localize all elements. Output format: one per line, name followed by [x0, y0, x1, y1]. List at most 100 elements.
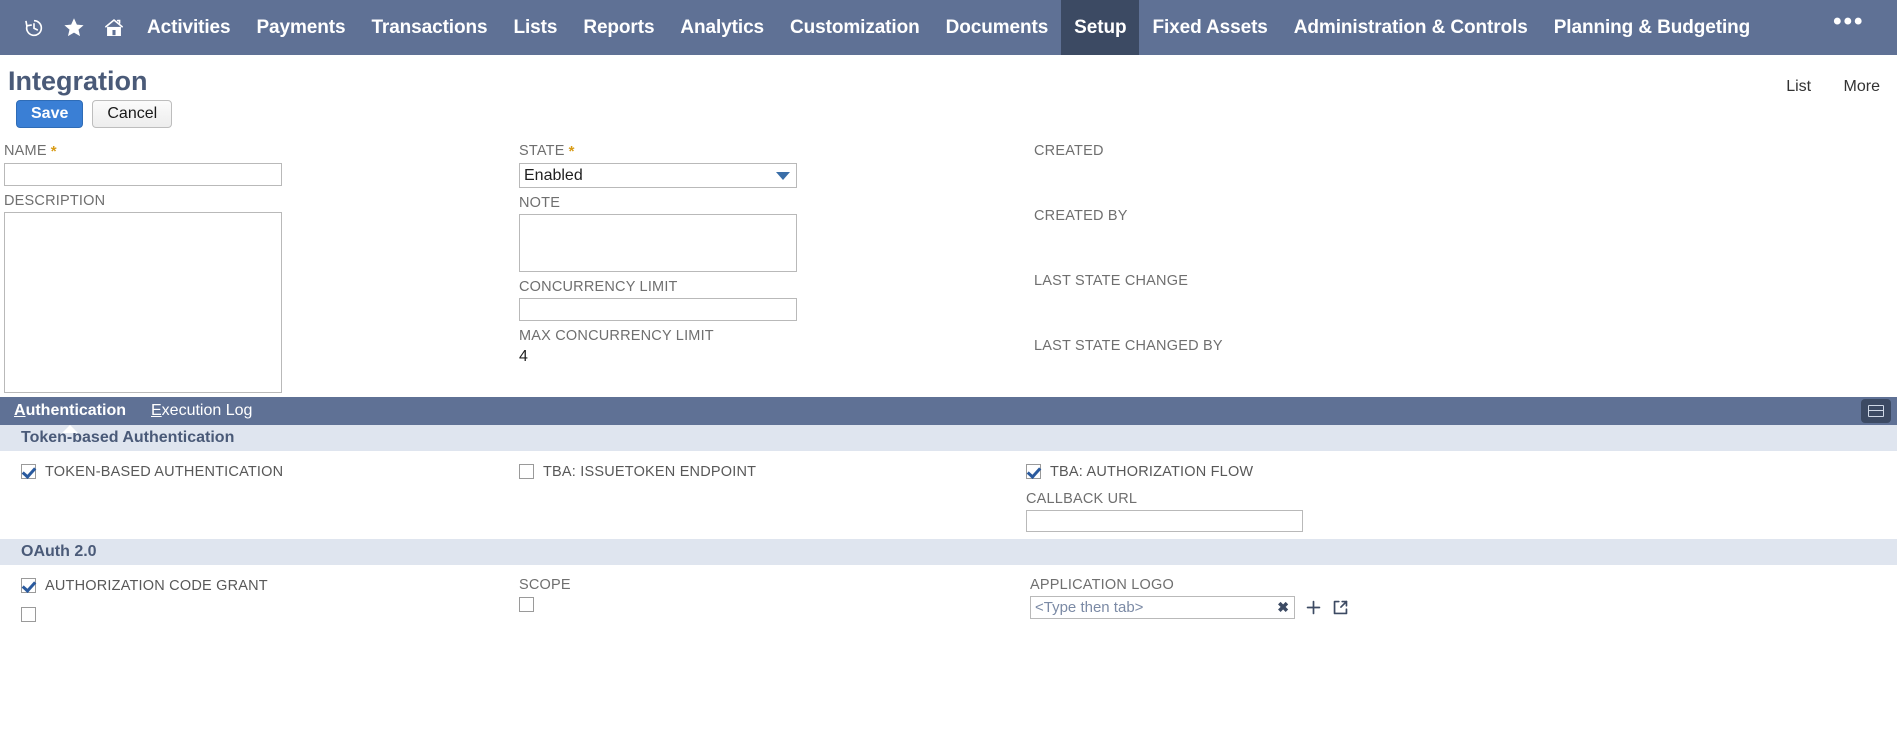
tba-authorization-flow-checkbox[interactable]	[1026, 464, 1041, 479]
oauth2-column-3: APPLICATION LOGO <Type then tab> ✖	[1030, 577, 1590, 619]
authorization-code-grant-label: AUTHORIZATION CODE GRANT	[45, 578, 268, 594]
home-icon[interactable]	[94, 0, 134, 55]
nav-item-fixed-assets[interactable]: Fixed Assets	[1139, 0, 1280, 55]
oauth2-column-1: AUTHORIZATION CODE GRANT	[21, 577, 511, 626]
section-body-oauth2: AUTHORIZATION CODE GRANT SCOPE APPLICATI…	[0, 565, 1897, 625]
max-concurrency-limit-value: 4	[519, 348, 528, 365]
authorization-code-grant-checkbox[interactable]	[21, 578, 36, 593]
field-concurrency-limit: CONCURRENCY LIMIT	[519, 279, 1019, 321]
application-logo-picker: <Type then tab> ✖	[1030, 596, 1590, 619]
row-tba-issuetoken-endpoint: TBA: ISSUETOKEN ENDPOINT	[519, 463, 1019, 483]
tba-authorization-flow-label: TBA: AUTHORIZATION FLOW	[1050, 464, 1254, 480]
state-label: STATE *	[519, 143, 1019, 160]
state-select-wrapper[interactable]: Enabled	[519, 163, 797, 188]
oauth2-column-2: SCOPE	[519, 577, 1019, 616]
row-token-based-authentication: TOKEN-BASED AUTHENTICATION	[21, 463, 511, 483]
global-navbar: Activities Payments Transactions Lists R…	[0, 0, 1897, 55]
star-icon[interactable]	[54, 0, 94, 55]
field-note: NOTE	[519, 195, 1019, 272]
callback-url-input[interactable]	[1026, 510, 1303, 532]
scope-option-checkbox[interactable]	[519, 597, 534, 612]
name-label-text: NAME	[4, 143, 47, 159]
open-popup-icon[interactable]	[1332, 599, 1349, 616]
scope-label: SCOPE	[519, 577, 571, 593]
token-based-authentication-label: TOKEN-BASED AUTHENTICATION	[45, 464, 284, 480]
page-header: Integration List More Save Cancel	[0, 55, 1897, 129]
history-icon[interactable]	[14, 0, 54, 55]
nav-item-administration-controls[interactable]: Administration & Controls	[1281, 0, 1541, 55]
note-textarea[interactable]	[519, 214, 797, 272]
token-auth-column-3: TBA: AUTHORIZATION FLOW CALLBACK URL	[1026, 463, 1586, 532]
nav-item-setup[interactable]: Setup	[1061, 0, 1140, 55]
header-links: List More	[1758, 78, 1880, 96]
more-link[interactable]: More	[1844, 78, 1880, 95]
concurrency-limit-input[interactable]	[519, 298, 797, 321]
nav-item-customization[interactable]: Customization	[777, 0, 933, 55]
tab-execution-log-accel: E	[151, 402, 162, 419]
created-by-value	[1034, 227, 1594, 246]
tba-issuetoken-endpoint-checkbox[interactable]	[519, 464, 534, 479]
required-indicator: *	[568, 143, 575, 160]
name-input[interactable]	[4, 163, 282, 186]
nav-item-lists[interactable]: Lists	[500, 0, 570, 55]
subtab-menu-icon[interactable]	[1861, 399, 1891, 423]
callback-url-label: CALLBACK URL	[1026, 491, 1138, 507]
tab-authentication-label: uthentication	[25, 402, 126, 419]
tab-authentication-accel: A	[14, 402, 26, 419]
tab-execution-log-label: xecution Log	[161, 402, 253, 419]
field-last-state-change: LAST STATE CHANGE	[1034, 273, 1594, 311]
application-logo-label: APPLICATION LOGO	[1030, 577, 1174, 593]
add-icon[interactable]	[1305, 599, 1322, 616]
section-header-oauth2: OAuth 2.0	[0, 539, 1897, 565]
description-textarea[interactable]	[4, 212, 282, 393]
form-column-left: NAME * DESCRIPTION	[4, 143, 504, 400]
nav-overflow-icon[interactable]: •••	[1813, 0, 1884, 55]
list-link[interactable]: List	[1786, 78, 1811, 95]
tba-issuetoken-endpoint-label: TBA: ISSUETOKEN ENDPOINT	[543, 464, 757, 480]
nav-item-activities[interactable]: Activities	[134, 0, 243, 55]
field-description: DESCRIPTION	[4, 193, 504, 393]
action-button-row: Save Cancel	[8, 97, 1897, 131]
clear-icon[interactable]: ✖	[1277, 600, 1289, 614]
created-label: CREATED	[1034, 143, 1104, 159]
section-body-token-auth: TOKEN-BASED AUTHENTICATION TBA: ISSUETOK…	[0, 451, 1897, 539]
oauth2-extra-checkbox[interactable]	[21, 607, 36, 622]
row-authorization-code-grant: AUTHORIZATION CODE GRANT	[21, 577, 511, 597]
cancel-button[interactable]: Cancel	[92, 100, 173, 128]
nav-item-documents[interactable]: Documents	[933, 0, 1062, 55]
nav-item-reports[interactable]: Reports	[570, 0, 667, 55]
nav-item-payments[interactable]: Payments	[243, 0, 358, 55]
page-title: Integration	[8, 66, 148, 96]
form-column-middle: STATE * Enabled NOTE CONCURRENCY LIMIT MA…	[519, 143, 1019, 373]
token-auth-column-2: TBA: ISSUETOKEN ENDPOINT	[519, 463, 1019, 483]
required-indicator: *	[50, 143, 57, 160]
last-state-change-value	[1034, 292, 1594, 311]
last-state-changed-by-label: LAST STATE CHANGED BY	[1034, 338, 1223, 354]
state-select[interactable]: Enabled	[519, 163, 797, 188]
token-based-authentication-checkbox[interactable]	[21, 464, 36, 479]
field-created: CREATED	[1034, 143, 1594, 181]
field-max-concurrency-limit: MAX CONCURRENCY LIMIT 4	[519, 328, 1019, 366]
token-auth-column-1: TOKEN-BASED AUTHENTICATION	[21, 463, 511, 483]
save-button[interactable]: Save	[16, 100, 84, 128]
field-last-state-changed-by: LAST STATE CHANGED BY	[1034, 338, 1594, 376]
row-scope-option	[519, 596, 1019, 616]
state-label-text: STATE	[519, 143, 565, 159]
nav-item-planning-budgeting[interactable]: Planning & Budgeting	[1541, 0, 1763, 55]
tab-execution-log[interactable]: Execution Log	[151, 397, 252, 425]
field-name: NAME *	[4, 143, 504, 186]
form-column-right: CREATED CREATED BY LAST STATE CHANGE LAS…	[1034, 143, 1594, 403]
last-state-change-label: LAST STATE CHANGE	[1034, 273, 1189, 289]
integration-form: NAME * DESCRIPTION STATE * Enabled NOTE CO…	[0, 129, 1897, 397]
application-logo-field-wrap: <Type then tab> ✖	[1030, 596, 1295, 619]
nav-item-analytics[interactable]: Analytics	[667, 0, 777, 55]
last-state-changed-by-value	[1034, 357, 1594, 376]
note-label: NOTE	[519, 195, 561, 211]
max-concurrency-limit-label: MAX CONCURRENCY LIMIT	[519, 328, 714, 344]
row-tba-authorization-flow: TBA: AUTHORIZATION FLOW	[1026, 463, 1586, 483]
nav-item-transactions[interactable]: Transactions	[358, 0, 500, 55]
name-label: NAME *	[4, 143, 504, 160]
tab-authentication[interactable]: Authentication	[14, 397, 126, 433]
application-logo-input[interactable]: <Type then tab>	[1030, 596, 1295, 619]
field-created-by: CREATED BY	[1034, 208, 1594, 246]
